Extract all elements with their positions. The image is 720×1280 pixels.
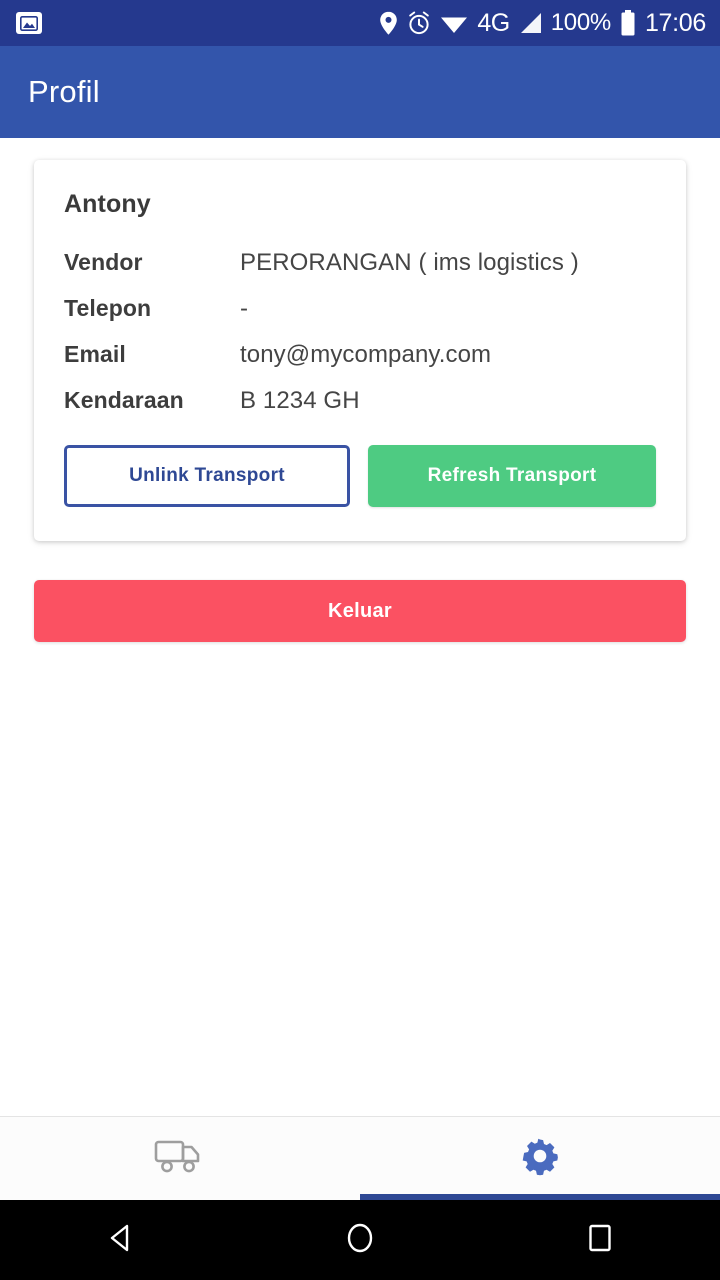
- home-icon: [345, 1222, 375, 1259]
- info-row-kendaraan: Kendaraan B 1234 GH: [64, 387, 656, 415]
- gear-icon: [518, 1134, 562, 1183]
- recents-icon: [587, 1223, 613, 1258]
- android-nav-bar: [0, 1200, 720, 1280]
- back-icon: [106, 1223, 134, 1258]
- info-value-email: tony@mycompany.com: [240, 341, 492, 368]
- content-area: Antony Vendor PERORANGAN ( ims logistics…: [0, 138, 720, 1116]
- info-row-vendor: Vendor PERORANGAN ( ims logistics ): [64, 249, 656, 277]
- status-bar-right: 4G 100% 17:06: [379, 9, 706, 38]
- unlink-transport-button[interactable]: Unlink Transport: [64, 445, 351, 507]
- network-type-label: 4G: [477, 8, 510, 37]
- profile-name: Antony: [64, 190, 151, 218]
- info-value-kendaraan: B 1234 GH: [240, 387, 360, 414]
- info-value-telepon: -: [240, 295, 249, 322]
- photo-icon: [16, 12, 42, 34]
- info-row-email: Email tony@mycompany.com: [64, 341, 656, 369]
- tab-settings[interactable]: [360, 1117, 720, 1200]
- back-button[interactable]: [0, 1223, 240, 1258]
- profile-card: Antony Vendor PERORANGAN ( ims logistics…: [34, 160, 686, 541]
- page-title: Profil: [28, 74, 100, 109]
- status-bar-left: [16, 12, 42, 34]
- alarm-icon: [407, 11, 431, 36]
- info-value-vendor: PERORANGAN ( ims logistics ): [240, 249, 579, 276]
- app-bar: Profil: [0, 46, 720, 138]
- info-label-kendaraan: Kendaraan: [64, 387, 184, 413]
- app-root: 4G 100% 17:06 Profil Antony Vendor PEROR…: [0, 0, 720, 1280]
- status-bar: 4G 100% 17:06: [0, 0, 720, 46]
- clock-label: 17:06: [644, 8, 706, 37]
- truck-icon: [154, 1136, 206, 1181]
- battery-percent-label: 100%: [550, 9, 611, 36]
- bottom-tab-bar: [0, 1116, 720, 1200]
- logout-button[interactable]: Keluar: [34, 580, 686, 642]
- card-actions: Unlink Transport Refresh Transport: [64, 445, 656, 507]
- refresh-transport-button[interactable]: Refresh Transport: [368, 445, 656, 507]
- recents-button[interactable]: [480, 1223, 720, 1258]
- home-button[interactable]: [240, 1222, 480, 1259]
- info-row-telepon: Telepon -: [64, 295, 656, 323]
- active-tab-indicator: [360, 1194, 720, 1200]
- info-label-telepon: Telepon: [64, 295, 152, 321]
- info-label-email: Email: [64, 341, 126, 367]
- battery-full-icon: [620, 10, 636, 36]
- tab-transport[interactable]: [0, 1117, 360, 1200]
- info-label-vendor: Vendor: [64, 249, 143, 275]
- signal-bars-icon: [519, 12, 542, 34]
- wifi-icon: [440, 12, 468, 34]
- location-pin-icon: [379, 11, 398, 36]
